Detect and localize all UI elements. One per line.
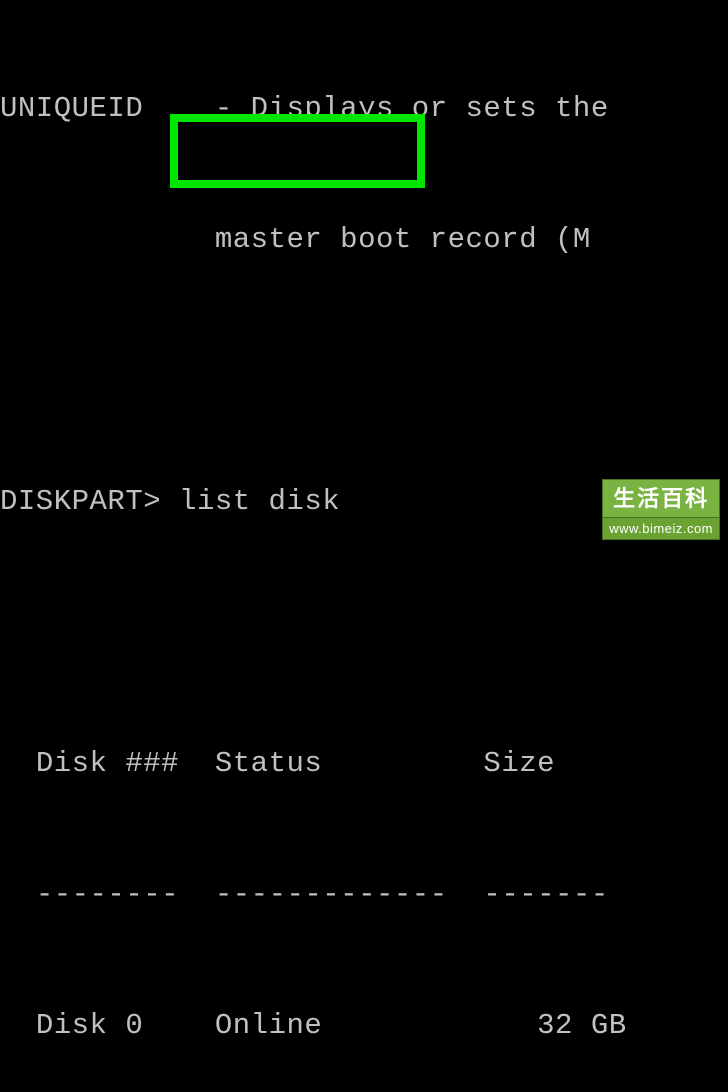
watermark-text-top: 生活百科: [602, 479, 720, 518]
sep-status: -------------: [215, 873, 448, 917]
disk-status: Online: [215, 1004, 322, 1048]
table-row: Disk 0 Online 32 GB: [0, 1004, 728, 1048]
sep-disk: --------: [36, 873, 179, 917]
disk-name: Disk 0: [36, 1004, 143, 1048]
blank-line: [0, 611, 728, 655]
prompt-label: DISKPART>: [0, 480, 161, 524]
command-input[interactable]: list disk: [179, 480, 340, 524]
help-desc-1: - Displays or sets the: [215, 87, 609, 131]
terminal-output[interactable]: UNIQUEID - Displays or sets the master b…: [0, 0, 728, 1092]
blank-line: [0, 349, 728, 393]
help-desc-2: master boot record (M: [215, 218, 591, 262]
disk-size: 32 GB: [537, 1004, 627, 1048]
col-size-header: Size: [483, 742, 555, 786]
sep-size: -------: [483, 873, 608, 917]
watermark-text-bottom: www.bimeiz.com: [602, 518, 720, 541]
col-status-header: Status: [215, 742, 322, 786]
help-command: UNIQUEID: [0, 87, 143, 131]
table-header: Disk ### Status Size: [0, 742, 728, 786]
table-separator: -------- ------------- -------: [0, 873, 728, 917]
watermark: 生活百科 www.bimeiz.com: [602, 479, 720, 541]
help-line-2: master boot record (M: [0, 218, 728, 262]
col-disk-header: Disk ###: [36, 742, 179, 786]
help-line-1: UNIQUEID - Displays or sets the: [0, 87, 728, 131]
